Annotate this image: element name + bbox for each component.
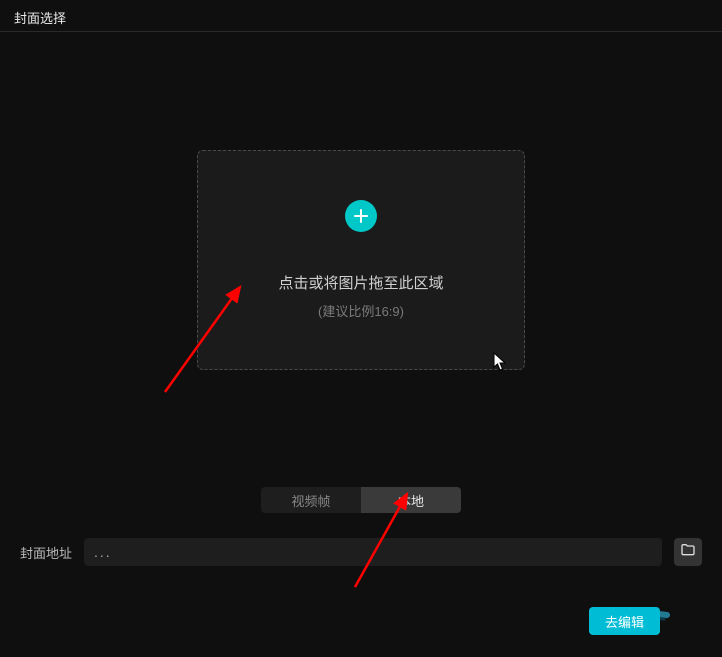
source-tabs: 视频帧 本地 xyxy=(261,487,461,513)
dialog-title: 封面选择 xyxy=(14,11,66,26)
folder-icon xyxy=(680,542,696,563)
go-edit-button[interactable]: 去编辑 xyxy=(589,607,660,635)
dropzone-text: 点击或将图片拖至此区域 xyxy=(278,272,443,293)
cover-dropzone[interactable]: 点击或将图片拖至此区域 (建议比例16:9) xyxy=(197,150,525,370)
tab-video-frame[interactable]: 视频帧 xyxy=(261,487,361,513)
plus-icon xyxy=(345,200,377,232)
browse-button[interactable] xyxy=(674,538,702,566)
cover-path-label: 封面地址 xyxy=(20,543,72,562)
tab-local[interactable]: 本地 xyxy=(361,487,461,513)
cover-path-input[interactable] xyxy=(84,538,662,566)
dropzone-hint: (建议比例16:9) xyxy=(318,301,404,320)
